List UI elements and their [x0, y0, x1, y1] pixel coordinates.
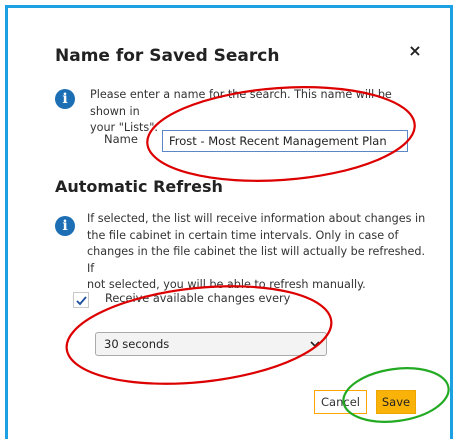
save-button[interactable]: Save [376, 390, 416, 414]
name-input[interactable] [162, 130, 408, 152]
refresh-info-line: If selected, the list will receive infor… [87, 212, 426, 225]
refresh-interval-value: 30 seconds [104, 337, 170, 351]
name-info-line: Please enter a name for the search. This… [90, 88, 392, 118]
name-label: Name [104, 132, 138, 146]
info-icon: i [55, 216, 75, 236]
info-icon: i [55, 89, 75, 109]
checkmark-icon [76, 296, 87, 306]
dialog-frame: Name for Saved Search × i Please enter a… [5, 5, 453, 439]
saved-search-dialog: Name for Saved Search × i Please enter a… [8, 8, 450, 439]
refresh-info-line: changes in the file cabinet the list wil… [87, 245, 426, 275]
refresh-interval-select[interactable]: 30 seconds [95, 332, 327, 356]
receive-changes-label: Receive available changes every [105, 292, 291, 305]
refresh-info-text: If selected, the list will receive infor… [87, 211, 432, 294]
receive-changes-checkbox[interactable] [73, 292, 89, 308]
close-icon[interactable]: × [406, 42, 424, 60]
section-title-automatic-refresh: Automatic Refresh [55, 177, 223, 196]
cancel-button[interactable]: Cancel [314, 390, 367, 414]
refresh-info-line: the file cabinet in certain time interva… [87, 228, 399, 242]
dialog-title: Name for Saved Search [55, 46, 280, 66]
chevron-down-icon [310, 341, 320, 348]
